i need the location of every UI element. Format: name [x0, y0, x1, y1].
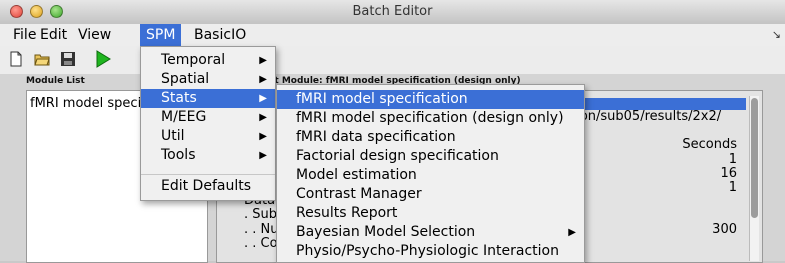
spm-menu-tools[interactable]: Tools ▶ [141, 146, 275, 165]
microtime-resolution-value: 16 [720, 166, 737, 181]
menu-basicio[interactable]: BasicIO [188, 24, 252, 46]
menu-item-label: Model estimation [296, 167, 417, 183]
menu-separator [141, 174, 275, 175]
menu-item-label: fMRI model specification [296, 91, 468, 107]
menu-edit[interactable]: Edit [34, 24, 73, 46]
menu-item-label: Edit Defaults [161, 178, 252, 194]
submenu-arrow-icon: ▶ [259, 55, 267, 66]
spm-menu: Temporal ▶ Spatial ▶ Stats ▶ M/EEG ▶ Uti… [140, 46, 276, 201]
stats-results-report[interactable]: Results Report [277, 204, 584, 223]
stats-fmri-data-specification[interactable]: fMRI data specification [277, 128, 584, 147]
submenu-arrow-icon: ▶ [259, 93, 267, 104]
menu-item-label: Stats [161, 90, 197, 106]
spm-menu-temporal[interactable]: Temporal ▶ [141, 51, 275, 70]
scans-value: 300 [712, 222, 737, 237]
toolbar [0, 46, 785, 74]
stats-submenu: fMRI model specification fMRI model spec… [276, 84, 585, 263]
submenu-arrow-icon: ▶ [259, 112, 267, 123]
menu-item-label: fMRI data specification [296, 129, 456, 145]
submenu-arrow-icon: ▶ [259, 74, 267, 85]
menu-item-label: Results Report [296, 205, 398, 221]
window-title: Batch Editor [352, 4, 433, 19]
stats-bayesian-model-selection[interactable]: Bayesian Model Selection ▶ [277, 223, 584, 242]
menu-bar: File Edit View SPM BasicIO ↘ [0, 24, 785, 46]
menu-resize-icon: ↘ [771, 28, 781, 41]
stats-model-estimation[interactable]: Model estimation [277, 166, 584, 185]
spm-menu-meeg[interactable]: M/EEG ▶ [141, 108, 275, 127]
new-file-icon[interactable] [8, 51, 24, 67]
module-list-label: Module List [26, 76, 85, 86]
stats-fmri-model-spec-design-only[interactable]: fMRI model specification (design only) [277, 109, 584, 128]
menu-item-label: M/EEG [161, 109, 207, 125]
menu-spm[interactable]: SPM [140, 24, 182, 46]
submenu-arrow-icon: ▶ [259, 131, 267, 142]
spm-menu-spatial[interactable]: Spatial ▶ [141, 70, 275, 89]
stats-ppi[interactable]: Physio/Psycho-Physiologic Interaction [277, 242, 584, 261]
microtime-onset-value: 1 [728, 180, 737, 195]
interscan-value: 1 [728, 152, 737, 167]
stats-factorial-design[interactable]: Factorial design specification [277, 147, 584, 166]
vertical-scrollbar[interactable] [749, 96, 759, 261]
run-icon[interactable] [94, 50, 112, 68]
stats-fmri-model-specification[interactable]: fMRI model specification [277, 90, 584, 109]
spm-menu-stats[interactable]: Stats ▶ [141, 89, 275, 108]
tree-line[interactable]: . . Co [244, 236, 278, 251]
spm-menu-edit-defaults[interactable]: Edit Defaults [141, 177, 275, 196]
tree-line[interactable]: . . Nu [244, 222, 279, 237]
open-folder-icon[interactable] [34, 51, 50, 67]
scrollbar-thumb[interactable] [751, 98, 758, 218]
stats-contrast-manager[interactable]: Contrast Manager [277, 185, 584, 204]
submenu-arrow-icon: ▶ [259, 150, 267, 161]
title-bar: Batch Editor [0, 0, 785, 25]
submenu-arrow-icon: ▶ [568, 227, 576, 238]
menu-item-label: Util [161, 128, 185, 144]
menu-item-label: Temporal [161, 52, 226, 68]
menu-view[interactable]: View [72, 24, 117, 46]
tree-line[interactable]: . Sub [244, 207, 277, 222]
module-list-item[interactable]: fMRI model speci [30, 96, 141, 111]
menu-item-label: fMRI model specification (design only) [296, 110, 564, 126]
units-value: Seconds [682, 137, 737, 152]
menu-item-label: Bayesian Model Selection [296, 224, 476, 240]
menu-item-label: Spatial [161, 71, 210, 87]
save-icon[interactable] [60, 51, 76, 67]
menu-item-label: Contrast Manager [296, 186, 422, 202]
menu-item-label: Physio/Psycho-Physiologic Interaction [296, 243, 559, 259]
menu-item-label: Tools [161, 147, 196, 163]
spm-menu-util[interactable]: Util ▶ [141, 127, 275, 146]
menu-item-label: Factorial design specification [296, 148, 499, 164]
